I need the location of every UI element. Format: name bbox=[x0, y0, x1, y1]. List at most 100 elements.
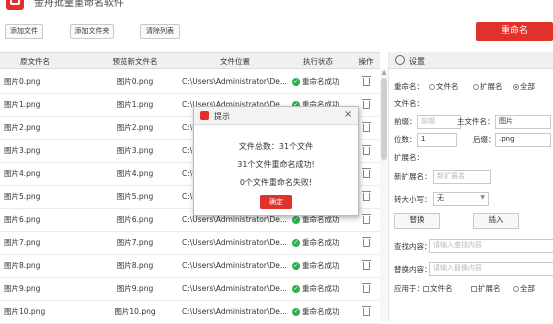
scope-radio-filename[interactable]: 文件名 bbox=[429, 81, 459, 92]
table-row[interactable]: 图片8.png 图片8.png C:\Users\Administrator\De.… bbox=[0, 254, 380, 278]
trash-icon[interactable] bbox=[362, 283, 371, 293]
result-dialog: 提示 × 文件总数：31个文件 31个文件重命名成功! 0个文件重命名失败! 确… bbox=[193, 106, 359, 216]
trash-icon[interactable] bbox=[362, 306, 371, 316]
trash-icon[interactable] bbox=[362, 237, 371, 247]
check-circle-icon: ✓ bbox=[292, 216, 300, 224]
trash-icon[interactable] bbox=[362, 122, 371, 132]
dialog-header: 提示 × bbox=[194, 107, 358, 125]
case-label: 转大小写： bbox=[394, 195, 432, 204]
col-location[interactable]: 文件位置 bbox=[180, 53, 290, 70]
replace-mode-button[interactable]: 替换 bbox=[394, 213, 440, 229]
title-bar: 金舟批量重命名软件 bbox=[0, 0, 553, 10]
prefix-input[interactable]: 前缀 bbox=[417, 115, 461, 129]
trash-icon[interactable] bbox=[362, 168, 371, 178]
preview-name-cell: 图片0.png bbox=[116, 77, 154, 86]
add-file-button[interactable]: 添加文件 bbox=[5, 24, 43, 39]
original-name-cell: 图片5.png bbox=[4, 192, 41, 201]
status-cell: ✓重命名成功 bbox=[292, 77, 340, 86]
clear-list-button[interactable]: 清除列表 bbox=[140, 24, 180, 39]
suffix-input[interactable]: .png bbox=[495, 133, 551, 147]
dialog-ok-button[interactable]: 确定 bbox=[260, 195, 292, 209]
scroll-up-arrow-icon[interactable]: ▲ bbox=[381, 70, 387, 76]
original-name-cell: 图片2.png bbox=[4, 123, 41, 132]
dialog-fail-text: 0个文件重命名失败! bbox=[239, 178, 313, 187]
preview-name-cell: 图片4.png bbox=[116, 169, 154, 178]
apply-label: 应用于： bbox=[394, 284, 424, 293]
table-row[interactable]: 图片7.png 图片7.png C:\Users\Administrator\De.… bbox=[0, 231, 380, 255]
original-name-cell: 图片7.png bbox=[4, 238, 41, 247]
status-cell: ✓重命名成功 bbox=[292, 284, 340, 293]
table-row[interactable]: 图片9.png 图片9.png C:\Users\Administrator\De.… bbox=[0, 277, 380, 301]
scope-radio-extension[interactable]: 扩展名 bbox=[473, 81, 503, 92]
dialog-success-text: 31个文件重命名成功! bbox=[237, 160, 315, 169]
trash-icon[interactable] bbox=[362, 260, 371, 270]
status-cell: ✓重命名成功 bbox=[292, 238, 340, 247]
original-name-cell: 图片9.png bbox=[4, 284, 41, 293]
new-extension-label: 新扩展名： bbox=[394, 172, 432, 181]
app-logo-icon bbox=[6, 0, 24, 10]
extension-section-label: 扩展名： bbox=[394, 153, 424, 162]
trash-icon[interactable] bbox=[362, 99, 371, 109]
app-title: 金舟批量重命名软件 bbox=[34, 0, 124, 9]
trash-icon[interactable] bbox=[362, 191, 371, 201]
find-input[interactable]: 请输入查找内容 bbox=[429, 239, 553, 253]
digits-label: 位数： bbox=[394, 135, 417, 144]
dialog-total-text: 文件总数：31个文件 bbox=[238, 142, 314, 151]
original-name-cell: 图片6.png bbox=[4, 215, 41, 224]
main-name-input[interactable]: 图片 bbox=[495, 115, 551, 129]
col-actions: 操作 bbox=[358, 57, 374, 66]
original-name-cell: 图片1.png bbox=[4, 100, 41, 109]
settings-header: 设置 bbox=[389, 52, 553, 69]
main-name-label: 主文件名： bbox=[457, 117, 495, 126]
new-extension-input[interactable]: 新扩展名 bbox=[433, 170, 491, 184]
location-cell: C:\Users\Administrator\De... bbox=[182, 261, 288, 270]
app-logo-icon bbox=[200, 111, 209, 120]
preview-name-cell: 图片3.png bbox=[116, 146, 154, 155]
apply-extension-checkbox[interactable]: 扩展名 bbox=[471, 283, 501, 294]
col-status[interactable]: 执行状态 bbox=[288, 53, 348, 70]
preview-name-cell: 图片7.png bbox=[116, 238, 154, 247]
settings-panel: 设置 重命名： 文件名 扩展名 全部 文件名： 前缀： 前缀 主文件名： 图片 … bbox=[388, 52, 553, 321]
close-icon[interactable]: × bbox=[344, 109, 352, 120]
check-circle-icon: ✓ bbox=[292, 239, 300, 247]
original-name-cell: 图片0.png bbox=[4, 77, 41, 86]
trash-icon[interactable] bbox=[362, 76, 371, 86]
suffix-label: 后缀： bbox=[473, 135, 496, 144]
col-preview-name[interactable]: 预览新文件名 bbox=[95, 53, 175, 70]
add-folder-button[interactable]: 添加文件夹 bbox=[70, 24, 114, 39]
preview-name-cell: 图片1.png bbox=[116, 100, 154, 109]
digits-input[interactable]: 1 bbox=[417, 133, 457, 147]
replace-input[interactable]: 请输入替换内容 bbox=[429, 262, 553, 276]
trash-icon[interactable] bbox=[362, 145, 371, 155]
scope-radio-all[interactable]: 全部 bbox=[513, 81, 535, 92]
insert-mode-button[interactable]: 插入 bbox=[473, 213, 519, 229]
rename-button[interactable]: 重命名 bbox=[476, 22, 553, 41]
table-row[interactable]: 图片0.png 图片0.png C:\Users\Administrator\De.… bbox=[0, 70, 380, 94]
original-name-cell: 图片4.png bbox=[4, 169, 41, 178]
rename-scope-label: 重命名： bbox=[394, 82, 424, 91]
location-cell: C:\Users\Administrator\De... bbox=[182, 307, 288, 316]
prefix-label: 前缀： bbox=[394, 117, 417, 126]
location-cell: C:\Users\Administrator\De... bbox=[182, 238, 288, 247]
table-row[interactable]: 图片10.png 图片10.png C:\Users\Administrator\D… bbox=[0, 300, 380, 324]
trash-icon[interactable] bbox=[362, 214, 371, 224]
chevron-down-icon: ▼ bbox=[480, 194, 485, 201]
table-scrollbar-thumb[interactable] bbox=[381, 78, 387, 160]
status-cell: ✓重命名成功 bbox=[292, 261, 340, 270]
apply-all-radio[interactable]: 全部 bbox=[513, 283, 535, 294]
check-circle-icon: ✓ bbox=[292, 308, 300, 316]
preview-name-cell: 图片2.png bbox=[116, 123, 154, 132]
original-name-cell: 图片3.png bbox=[4, 146, 41, 155]
case-select[interactable]: 无 ▼ bbox=[433, 192, 489, 206]
location-cell: C:\Users\Administrator\De... bbox=[182, 284, 288, 293]
radio-icon bbox=[429, 84, 435, 90]
original-name-cell: 图片10.png bbox=[4, 307, 46, 316]
checkbox-icon bbox=[423, 286, 429, 292]
col-original-name[interactable]: 原文件名 bbox=[0, 53, 70, 70]
apply-filename-checkbox[interactable]: 文件名 bbox=[423, 283, 453, 294]
file-table-header: 原文件名 预览新文件名 文件位置 执行状态 操作 bbox=[0, 52, 380, 69]
radio-selected-icon bbox=[513, 84, 519, 90]
original-name-cell: 图片8.png bbox=[4, 261, 41, 270]
check-circle-icon: ✓ bbox=[292, 78, 300, 86]
preview-name-cell: 图片6.png bbox=[116, 215, 154, 224]
